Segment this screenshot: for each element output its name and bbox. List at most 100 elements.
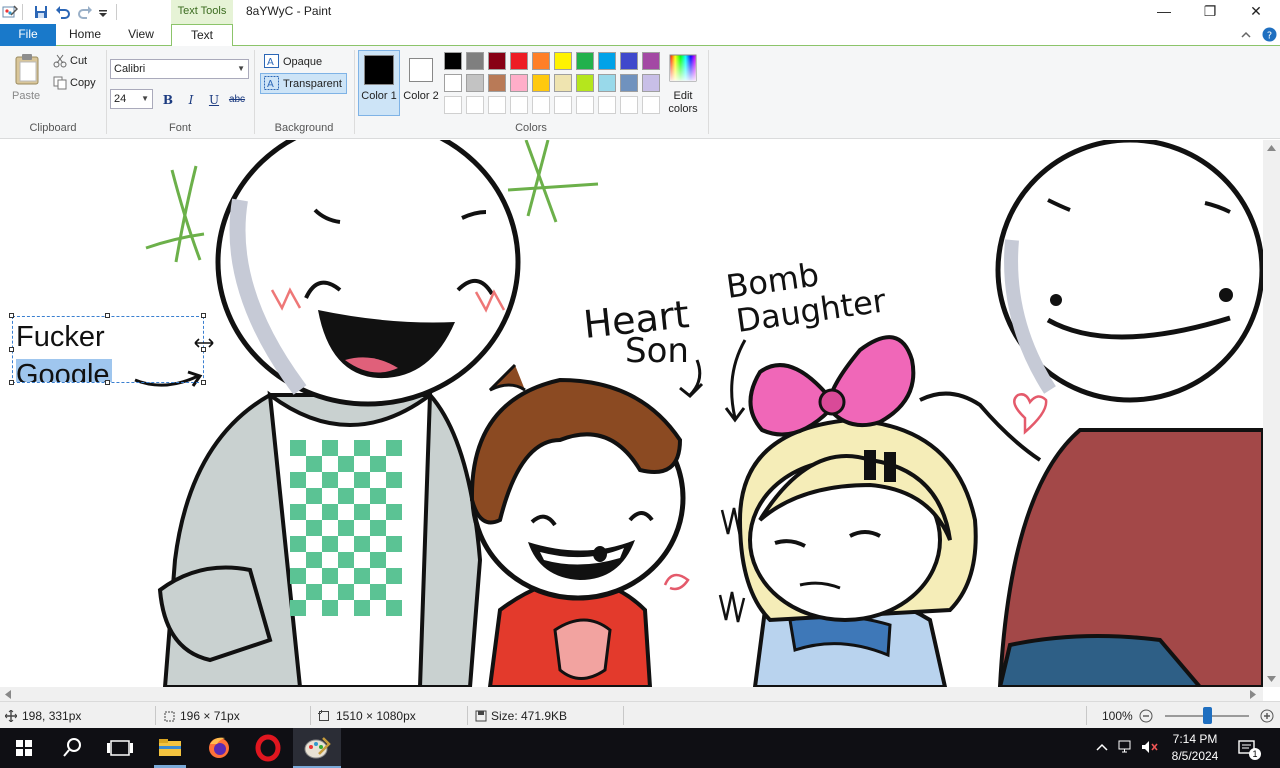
- resize-handle[interactable]: [105, 313, 110, 318]
- palette-swatch[interactable]: [532, 52, 550, 70]
- edit-colors-button[interactable]: Edit colors: [663, 90, 703, 116]
- firefox-icon[interactable]: [195, 728, 243, 768]
- edit-colors-icon[interactable]: [669, 54, 697, 82]
- text-line-2-selected[interactable]: Google: [16, 359, 112, 382]
- palette-custom-slot[interactable]: [642, 96, 660, 114]
- strikethrough-button[interactable]: abc: [227, 90, 247, 110]
- clock-time[interactable]: 7:14 PM: [1160, 732, 1230, 746]
- palette-custom-slot[interactable]: [576, 96, 594, 114]
- vertical-scrollbar[interactable]: [1263, 140, 1280, 687]
- redo-icon[interactable]: [77, 4, 93, 20]
- zoom-slider-thumb[interactable]: [1203, 707, 1212, 724]
- palette-swatch[interactable]: [554, 52, 572, 70]
- undo-icon[interactable]: [55, 4, 71, 20]
- zoom-in-icon[interactable]: [1260, 709, 1274, 723]
- palette-custom-slot[interactable]: [466, 96, 484, 114]
- canvas-area[interactable]: Heart Son Bomb Daughter Fucker Google: [0, 140, 1280, 687]
- color2-swatch[interactable]: [409, 58, 433, 82]
- grass-doodle-left: [145, 165, 205, 263]
- palette-swatch[interactable]: [620, 52, 638, 70]
- help-icon[interactable]: ?: [1262, 27, 1277, 42]
- text-tool-box[interactable]: Fucker Google: [12, 316, 204, 383]
- close-button[interactable]: ✕: [1233, 0, 1279, 24]
- underline-button[interactable]: U: [204, 90, 224, 110]
- tab-file[interactable]: File: [0, 24, 56, 46]
- restore-button[interactable]: ❐: [1187, 0, 1233, 24]
- chevron-up-icon[interactable]: [1096, 742, 1108, 752]
- scroll-left-icon[interactable]: [4, 690, 11, 699]
- father-character: [157, 140, 521, 687]
- opaque-button[interactable]: Opaque: [283, 56, 322, 68]
- scroll-down-icon[interactable]: [1267, 676, 1276, 683]
- paste-button[interactable]: Paste: [12, 90, 40, 102]
- resize-handle[interactable]: [9, 347, 14, 352]
- palette-swatch[interactable]: [488, 52, 506, 70]
- copy-button[interactable]: Copy: [70, 77, 96, 89]
- task-view-icon[interactable]: [96, 728, 144, 768]
- cut-button[interactable]: Cut: [70, 55, 87, 67]
- palette-custom-slot[interactable]: [532, 96, 550, 114]
- resize-handle[interactable]: [201, 380, 206, 385]
- palette-swatch[interactable]: [444, 74, 462, 92]
- scroll-right-icon[interactable]: [1250, 690, 1257, 699]
- resize-handle[interactable]: [9, 380, 14, 385]
- opera-icon[interactable]: [244, 728, 292, 768]
- file-explorer-icon[interactable]: [146, 728, 194, 768]
- color2-label[interactable]: Color 2: [402, 90, 440, 103]
- tab-home[interactable]: Home: [60, 24, 110, 46]
- clock-date[interactable]: 8/5/2024: [1160, 749, 1230, 763]
- palette-custom-slot[interactable]: [620, 96, 638, 114]
- palette-swatch[interactable]: [488, 74, 506, 92]
- palette-custom-slot[interactable]: [444, 96, 462, 114]
- cut-icon[interactable]: [53, 54, 67, 68]
- paint-app-icon[interactable]: [2, 4, 18, 20]
- canvas-image[interactable]: Heart Son Bomb Daughter: [0, 140, 1263, 687]
- palette-swatch[interactable]: [554, 74, 572, 92]
- horizontal-scrollbar[interactable]: [0, 687, 1263, 701]
- background-group-label: Background: [274, 122, 334, 134]
- palette-swatch[interactable]: [576, 52, 594, 70]
- palette-swatch[interactable]: [642, 52, 660, 70]
- palette-swatch[interactable]: [510, 52, 528, 70]
- palette-swatch[interactable]: [532, 74, 550, 92]
- color1-swatch: [364, 55, 394, 85]
- palette-swatch[interactable]: [642, 74, 660, 92]
- search-icon[interactable]: [48, 728, 96, 768]
- resize-handle[interactable]: [9, 313, 14, 318]
- minimize-button[interactable]: —: [1141, 0, 1187, 24]
- zoom-out-icon[interactable]: [1139, 709, 1153, 723]
- resize-handle[interactable]: [201, 313, 206, 318]
- transparent-button[interactable]: Transparent: [283, 78, 342, 90]
- network-icon[interactable]: [1117, 740, 1135, 754]
- start-icon[interactable]: [0, 728, 48, 768]
- resize-handle[interactable]: [105, 380, 110, 385]
- palette-swatch[interactable]: [620, 74, 638, 92]
- palette-custom-slot[interactable]: [554, 96, 572, 114]
- paste-icon[interactable]: [14, 53, 40, 85]
- tab-text[interactable]: Text: [171, 24, 233, 47]
- paint-taskbar-button[interactable]: [293, 728, 341, 768]
- palette-swatch[interactable]: [598, 52, 616, 70]
- italic-button[interactable]: I: [181, 90, 201, 110]
- palette-swatch[interactable]: [466, 52, 484, 70]
- bold-button[interactable]: B: [158, 90, 178, 110]
- font-family-combo[interactable]: Calibri ▼: [110, 59, 249, 79]
- palette-custom-slot[interactable]: [510, 96, 528, 114]
- palette-swatch[interactable]: [598, 74, 616, 92]
- palette-swatch[interactable]: [466, 74, 484, 92]
- scroll-up-icon[interactable]: [1267, 144, 1276, 151]
- save-icon[interactable]: [33, 4, 49, 20]
- palette-swatch[interactable]: [444, 52, 462, 70]
- volume-muted-icon[interactable]: [1141, 740, 1159, 754]
- collapse-ribbon-icon[interactable]: [1240, 29, 1252, 41]
- font-size-combo[interactable]: 24 ▼: [110, 89, 153, 109]
- text-line-1[interactable]: Fucker: [16, 321, 105, 354]
- copy-icon[interactable]: [53, 76, 67, 90]
- palette-swatch[interactable]: [510, 74, 528, 92]
- tab-view[interactable]: View: [116, 24, 166, 46]
- palette-custom-slot[interactable]: [488, 96, 506, 114]
- palette-swatch[interactable]: [576, 74, 594, 92]
- customize-quick-access-icon[interactable]: [98, 4, 108, 20]
- palette-custom-slot[interactable]: [598, 96, 616, 114]
- taskbar: 7:14 PM 8/5/2024 1: [0, 728, 1280, 768]
